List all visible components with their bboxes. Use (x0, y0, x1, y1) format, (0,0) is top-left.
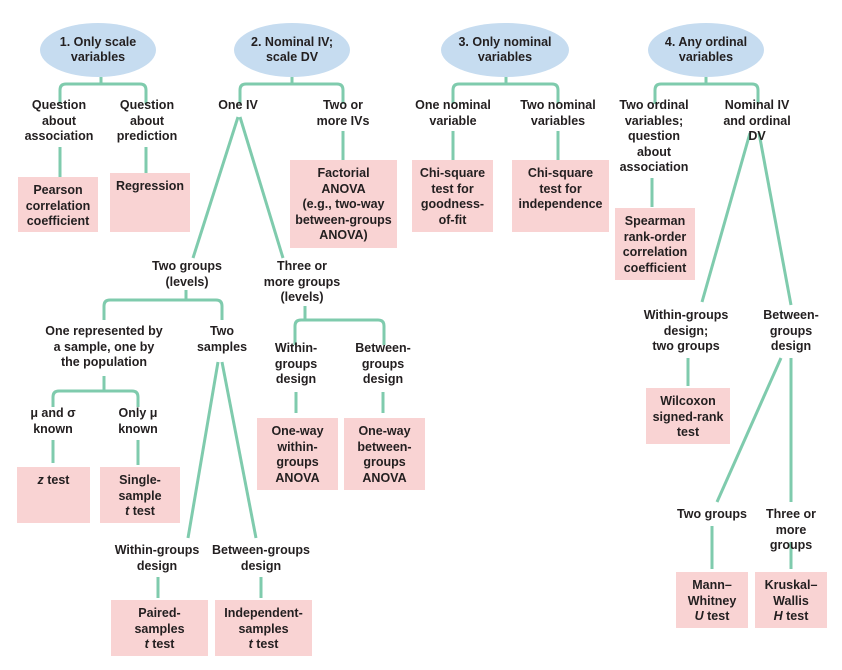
connector (757, 132, 793, 306)
test-chi-square-independence: Chi-square test for independence (512, 160, 609, 232)
test-paired-samples-t: Paired- samples t test (111, 600, 208, 656)
test-name: Mann– Whitney (687, 578, 737, 608)
test-kruskal-wallis-h: Kruskal– Wallis H test (755, 572, 827, 628)
test-pearson: Pearson correlation coefficient (18, 177, 98, 232)
condition-three-or-more-groups: Three or more groups (levels) (263, 259, 341, 304)
start-node-label: 4. Any ordinal variables (664, 35, 748, 64)
condition-question-about-association: Question about association (24, 98, 94, 143)
start-node-only-nominal: 3. Only nominal variables (441, 23, 569, 77)
test-name: Kruskal– Wallis (764, 578, 818, 608)
condition-between-groups-anova: Between- groups design (355, 341, 411, 386)
start-node-label: 2. Nominal IV; scale DV (251, 35, 333, 64)
test-regression: Regression (110, 173, 190, 232)
test-one-way-within-anova: One-way within- groups ANOVA (257, 418, 338, 490)
test-wilcoxon-signed-rank: Wilcoxon signed-rank test (646, 388, 730, 444)
statistical-test-decision-tree: 1. Only scale variables 2. Nominal IV; s… (0, 0, 842, 670)
condition-mu-sigma-known: μ and σ known (30, 406, 76, 436)
connector (700, 132, 752, 303)
condition-question-about-prediction: Question about prediction (116, 98, 178, 143)
test-name: test (252, 637, 279, 651)
connector (238, 116, 285, 259)
start-node-only-scale: 1. Only scale variables (40, 23, 156, 77)
condition-two-nominal-variables: Two nominal variables (520, 98, 596, 128)
test-single-sample-t: Single- sample t test (100, 467, 180, 523)
test-spearman: Spearman rank-order correlation coeffici… (615, 208, 695, 280)
connector (186, 361, 220, 539)
test-chi-square-goodness-of-fit: Chi-square test for goodness- of-fit (412, 160, 493, 232)
connector (51, 376, 140, 407)
test-name: Independent- samples (224, 606, 303, 636)
start-node-any-ordinal: 4. Any ordinal variables (648, 23, 764, 77)
connector (220, 361, 258, 539)
test-mann-whitney-u: Mann– Whitney U test (676, 572, 748, 628)
condition-between-groups-ordinal: Between- groups design (763, 308, 819, 353)
u-symbol: U (694, 609, 704, 623)
connector (102, 290, 224, 320)
test-independent-samples-t: Independent- samples t test (215, 600, 312, 656)
condition-one-nominal-variable: One nominal variable (415, 98, 491, 128)
test-name: test (43, 473, 70, 487)
condition-only-mu-known: Only μ known (118, 406, 158, 436)
start-node-label: 3. Only nominal variables (458, 35, 552, 64)
condition-one-sample-one-population: One represented by a sample, one by the … (45, 324, 163, 369)
connector (191, 116, 240, 259)
condition-two-ordinal-variables: Two ordinal variables; question about as… (619, 98, 689, 174)
condition-two-groups-ordinal: Two groups (677, 507, 747, 521)
condition-nominal-iv-ordinal-dv: Nominal IV and ordinal DV (723, 98, 791, 143)
start-node-nominal-iv-scale-dv: 2. Nominal IV; scale DV (234, 23, 350, 77)
test-name: Single- sample (118, 473, 162, 503)
h-symbol: H (773, 609, 783, 623)
condition-between-groups-t: Between-groups design (212, 543, 310, 573)
condition-within-groups-t: Within-groups design (114, 543, 200, 573)
test-z-test: z test (17, 467, 90, 523)
test-name: test (129, 504, 155, 518)
condition-within-groups-two-groups: Within-groups design; two groups (643, 308, 729, 353)
start-node-label: 1. Only scale variables (59, 35, 137, 64)
condition-two-or-more-ivs: Two or more IVs (316, 98, 370, 128)
test-name: test (703, 609, 730, 623)
test-name: Paired- samples (134, 606, 185, 636)
connector (293, 306, 386, 345)
test-name: test (782, 609, 809, 623)
condition-two-groups: Two groups (levels) (152, 259, 222, 289)
test-name: test (148, 637, 175, 651)
condition-within-groups-anova: Within- groups design (274, 341, 318, 386)
test-one-way-between-anova: One-way between- groups ANOVA (344, 418, 425, 490)
test-factorial-anova: Factorial ANOVA (e.g., two-way between-g… (290, 160, 397, 248)
condition-two-samples: Two samples (196, 324, 248, 354)
condition-three-or-more-groups-ordinal: Three or more groups (765, 507, 816, 552)
condition-one-iv: One IV (218, 98, 258, 112)
